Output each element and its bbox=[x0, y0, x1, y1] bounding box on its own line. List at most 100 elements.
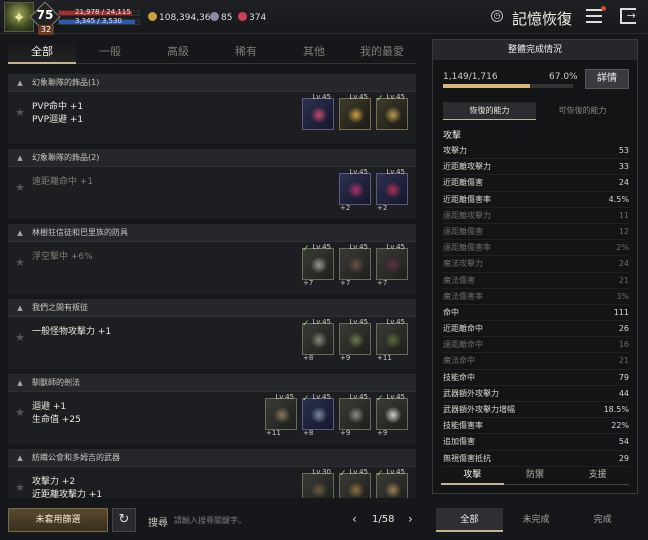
level-value: 75 bbox=[36, 8, 54, 22]
group-body: ★ 攻擊力 +2 近距離攻擊力 +1 Lv.30 Lv.45 ✓ Lv.45 ✓ bbox=[8, 467, 416, 498]
filter-tab-0[interactable]: 全部 bbox=[436, 508, 503, 532]
item-slot[interactable]: Lv.45 ✓ +9 bbox=[376, 393, 408, 437]
item-icon bbox=[311, 107, 327, 123]
sub-level-value: 32 bbox=[38, 25, 54, 35]
favorite-star-icon[interactable]: ★ bbox=[8, 392, 32, 444]
detail-button[interactable]: 詳情 bbox=[585, 69, 629, 89]
group-name: 幻象聯隊的飾品(2) bbox=[32, 153, 100, 162]
currency-2-value: 85 bbox=[221, 13, 233, 23]
collapse-arrow-icon[interactable]: ▲ bbox=[8, 379, 32, 387]
item-slot[interactable]: Lv.30 bbox=[302, 468, 334, 498]
stat-bonus: 生命值 +25 bbox=[32, 415, 81, 425]
item-slot[interactable]: Lv.45 +11 bbox=[265, 393, 297, 437]
collapse-arrow-icon[interactable]: ▲ bbox=[8, 154, 32, 162]
item-slot[interactable]: Lv.45 ✓ +8 bbox=[302, 318, 334, 362]
item-slot[interactable]: Lv.45 +7 bbox=[339, 243, 371, 287]
stat-row: 遠距離傷害率 2% bbox=[443, 240, 629, 257]
item-slot[interactable]: Lv.45 ✓ +8 bbox=[302, 393, 334, 437]
page-title: 記憶恢復 bbox=[512, 10, 573, 28]
item-enhance: +2 bbox=[340, 204, 351, 212]
panel-tab-2[interactable]: 支援 bbox=[566, 465, 630, 485]
stat-row: 近距離傷害率 4.5% bbox=[443, 192, 629, 208]
favorite-star-icon[interactable]: ★ bbox=[8, 242, 32, 294]
item-icon bbox=[348, 482, 364, 498]
item-slot[interactable]: Lv.45 +9 bbox=[339, 393, 371, 437]
tab-4[interactable]: 其他 bbox=[280, 40, 348, 64]
item-slot[interactable]: Lv.45 bbox=[339, 93, 371, 130]
stat-name: 攻擊力 bbox=[443, 146, 467, 155]
collapse-arrow-icon[interactable]: ▲ bbox=[8, 79, 32, 87]
group-stats: PVP命中 +1 PVP迴避 +1 bbox=[32, 92, 302, 144]
progress-bar bbox=[443, 84, 573, 88]
group-header[interactable]: ▲ 幻象聯隊的飾品(1) bbox=[8, 74, 416, 92]
filter-button[interactable]: 未套用篩選 bbox=[8, 508, 108, 532]
stat-value: 21 bbox=[618, 275, 629, 285]
group-header[interactable]: ▲ 紡織公會和多姆吉的武器 bbox=[8, 449, 416, 467]
silver-currency: 108,394,366 bbox=[148, 12, 216, 23]
stat-name: 遠距離命中 bbox=[443, 340, 483, 350]
stat-row: 遠距離傷害 12 bbox=[443, 224, 629, 241]
item-icon bbox=[385, 107, 401, 123]
item-level: Lv.45 bbox=[275, 393, 294, 401]
currency-2: 85 bbox=[210, 12, 232, 23]
refresh-button[interactable]: ↻ bbox=[112, 508, 136, 532]
next-page-button[interactable]: › bbox=[408, 512, 413, 526]
item-slot[interactable]: Lv.45 bbox=[302, 93, 334, 130]
favorite-star-icon[interactable]: ★ bbox=[8, 317, 32, 369]
filter-tab-2[interactable]: 完成 bbox=[569, 508, 636, 532]
group-header[interactable]: ▲ 我們之間有叛徒 bbox=[8, 299, 416, 317]
check-icon: ✓ bbox=[339, 469, 347, 479]
item-icon bbox=[348, 332, 364, 348]
item-slot[interactable]: Lv.45 ✓ bbox=[339, 468, 371, 498]
item-slot[interactable]: Lv.45 ✓ bbox=[376, 93, 408, 130]
item-enhance: +7 bbox=[340, 279, 351, 287]
menu-icon[interactable] bbox=[586, 9, 602, 23]
tab-3[interactable]: 稀有 bbox=[212, 40, 280, 64]
panel-tab-1[interactable]: 防禦 bbox=[503, 465, 567, 485]
item-slot[interactable]: Lv.45 +2 bbox=[339, 168, 371, 212]
tab-0[interactable]: 全部 bbox=[8, 40, 76, 64]
group-header[interactable]: ▲ 林樹狂信徒和巴里族的防具 bbox=[8, 224, 416, 242]
search-input[interactable] bbox=[174, 510, 278, 530]
subtab-0[interactable]: 恢復的能力 bbox=[443, 102, 536, 120]
item-icon bbox=[274, 407, 290, 423]
tab-1[interactable]: 一般 bbox=[76, 40, 144, 64]
item-slot[interactable]: Lv.45 +9 bbox=[339, 318, 371, 362]
item-slot[interactable]: Lv.45 ✓ bbox=[376, 468, 408, 498]
notification-dot bbox=[601, 6, 606, 11]
tab-5[interactable]: 我的最愛 bbox=[348, 40, 416, 64]
stat-bonus: 近距離攻擊力 +1 bbox=[32, 490, 103, 498]
item-slot[interactable]: Lv.45 +11 bbox=[376, 318, 408, 362]
check-icon: ✓ bbox=[376, 469, 384, 479]
item-slot[interactable]: Lv.45 +7 bbox=[376, 243, 408, 287]
stat-value: 11 bbox=[618, 210, 629, 220]
subtab-1[interactable]: 可恢復的能力 bbox=[536, 102, 629, 120]
mp-text: 3,345 / 3,530 bbox=[75, 17, 122, 25]
stat-value: 22% bbox=[611, 421, 629, 431]
collapse-arrow-icon[interactable]: ▲ bbox=[8, 229, 32, 237]
filter-tab-1[interactable]: 未完成 bbox=[503, 508, 570, 532]
item-level: Lv.45 bbox=[349, 93, 368, 101]
stat-bonus: 攻擊力 +2 bbox=[32, 477, 76, 487]
panel-bottom-tabs: 攻擊 防禦 支援 bbox=[433, 465, 637, 485]
stat-name: 魔法傷害 bbox=[443, 275, 475, 285]
favorite-star-icon[interactable]: ★ bbox=[8, 467, 32, 498]
stat-bonus: 一般怪物攻擊力 +1 bbox=[32, 327, 112, 337]
prev-page-button[interactable]: ‹ bbox=[352, 512, 357, 526]
favorite-star-icon[interactable]: ★ bbox=[8, 167, 32, 219]
item-slot[interactable]: Lv.45 +2 bbox=[376, 168, 408, 212]
stat-name: 近距離傷害 bbox=[443, 178, 483, 188]
item-slot[interactable]: Lv.45 ✓ +7 bbox=[302, 243, 334, 287]
item-enhance: +7 bbox=[303, 279, 314, 287]
silver-value: 108,394,366 bbox=[159, 13, 217, 23]
collapse-arrow-icon[interactable]: ▲ bbox=[8, 304, 32, 312]
favorite-star-icon[interactable]: ★ bbox=[8, 92, 32, 144]
exit-icon[interactable]: → bbox=[620, 8, 636, 24]
group-header[interactable]: ▲ 馴獸師的劍法 bbox=[8, 374, 416, 392]
stat-name: 技能命中 bbox=[443, 372, 475, 382]
stat-row: 近距離傷害 24 bbox=[443, 175, 629, 192]
collapse-arrow-icon[interactable]: ▲ bbox=[8, 454, 32, 462]
panel-tab-0[interactable]: 攻擊 bbox=[441, 465, 504, 485]
group-header[interactable]: ▲ 幻象聯隊的飾品(2) bbox=[8, 149, 416, 167]
tab-2[interactable]: 高級 bbox=[144, 40, 212, 64]
